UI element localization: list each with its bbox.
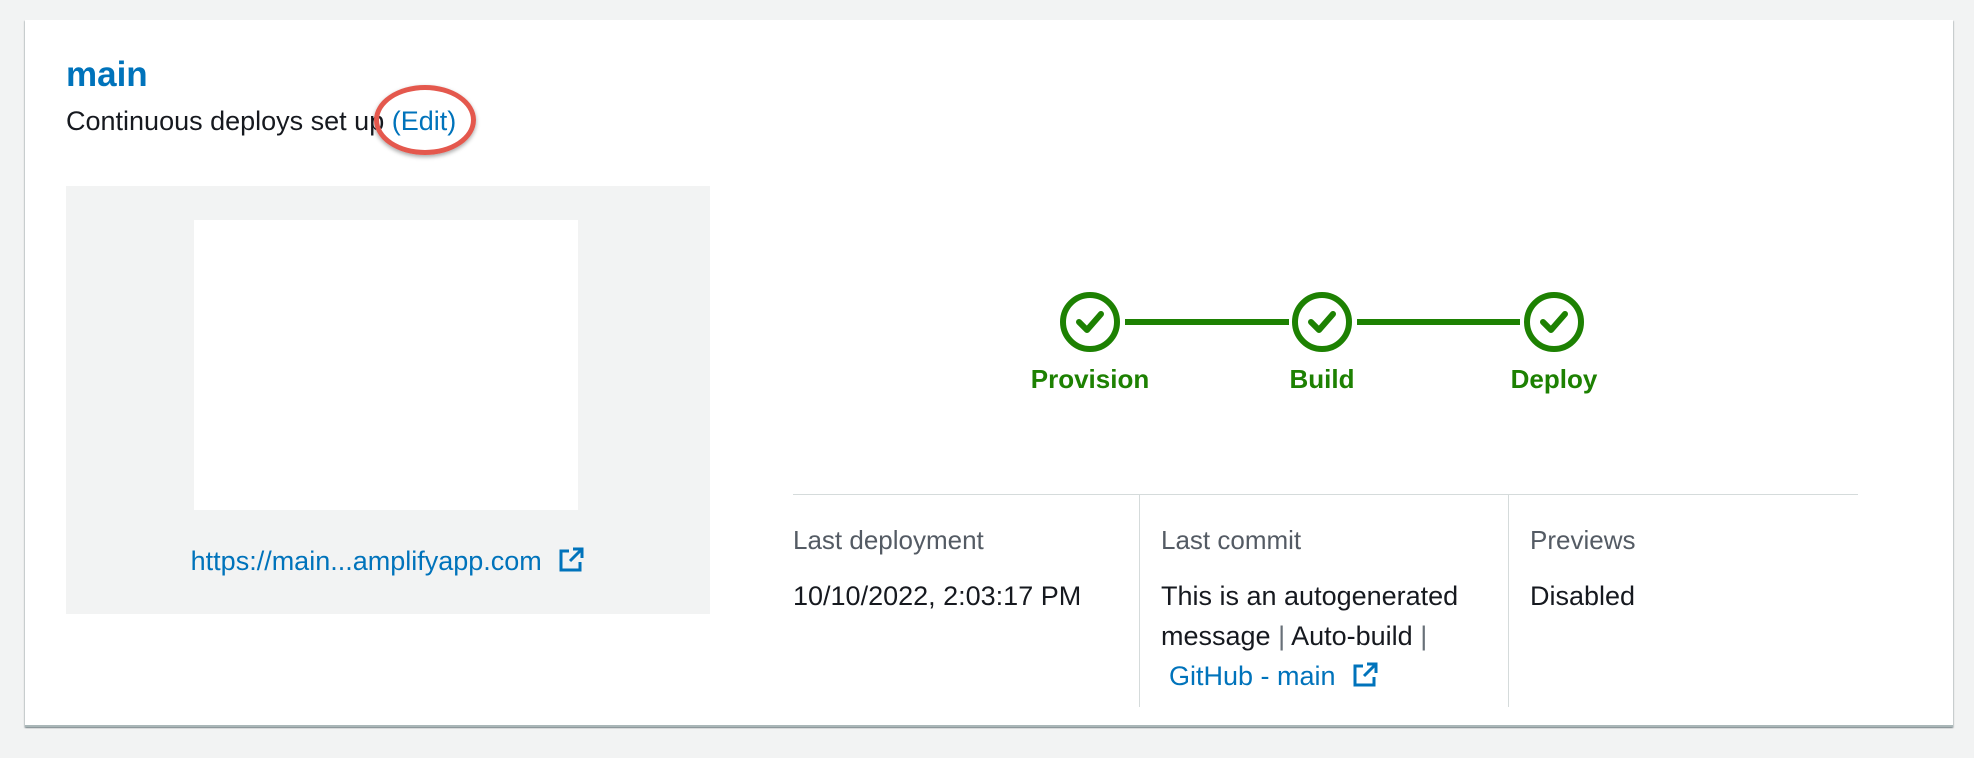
build-type: Auto-build	[1291, 621, 1413, 651]
deployment-pipeline: Provision Build Deploy	[1010, 292, 1610, 422]
app-screenshot-thumbnail[interactable]	[194, 220, 578, 510]
check-icon	[1524, 292, 1584, 352]
edit-wrap: (Edit)	[373, 85, 476, 155]
edit-link[interactable]: (Edit)	[392, 106, 457, 136]
deploy-status-text: Continuous deploys set up	[66, 106, 385, 136]
check-icon	[1292, 292, 1352, 352]
check-icon	[1060, 292, 1120, 352]
step-label: Build	[1289, 364, 1355, 394]
step-provision: Provision	[1010, 292, 1170, 395]
app-domain-label: https://main...amplifyapp.com	[190, 546, 542, 576]
step-build: Build	[1242, 292, 1402, 395]
last-deployment-section: Last deployment 10/10/2022, 2:03:17 PM	[793, 495, 1162, 707]
commit-meta-line: message | Auto-build |	[1161, 616, 1509, 656]
commit-message-word: message	[1161, 621, 1271, 651]
commit-link-line: GitHub - main	[1161, 656, 1509, 700]
previews-label: Previews	[1530, 525, 1636, 555]
last-commit-message: This is an autogenerated message | Auto-…	[1161, 576, 1509, 700]
separator: |	[1420, 621, 1428, 651]
step-label: Deploy	[1510, 364, 1598, 394]
last-commit-label: Last commit	[1161, 525, 1302, 555]
last-deployment-label: Last deployment	[793, 525, 984, 555]
step-deploy: Deploy	[1474, 292, 1634, 395]
previews-value: Disabled	[1530, 581, 1636, 611]
branch-card: main Continuous deploys set up (Edit) ht…	[25, 20, 1953, 727]
external-link-icon	[557, 546, 585, 581]
github-link-label: GitHub - main	[1169, 661, 1336, 691]
external-link-icon	[1351, 660, 1379, 700]
step-label: Provision	[1030, 364, 1150, 394]
last-commit-section: Last commit This is an autogenerated mes…	[1139, 495, 1509, 707]
previews-section: Previews Disabled	[1508, 495, 1858, 707]
separator: |	[1278, 621, 1286, 651]
app-domain-link[interactable]: https://main...amplifyapp.com	[66, 546, 710, 581]
branch-subtitle: Continuous deploys set up (Edit)	[66, 85, 476, 155]
last-deployment-value: 10/10/2022, 2:03:17 PM	[793, 581, 1082, 611]
branch-name-link[interactable]: main	[66, 55, 148, 95]
app-preview-panel: https://main...amplifyapp.com	[66, 186, 710, 614]
commit-message-line: This is an autogenerated	[1161, 581, 1459, 611]
github-commit-link[interactable]: GitHub - main	[1169, 661, 1379, 691]
